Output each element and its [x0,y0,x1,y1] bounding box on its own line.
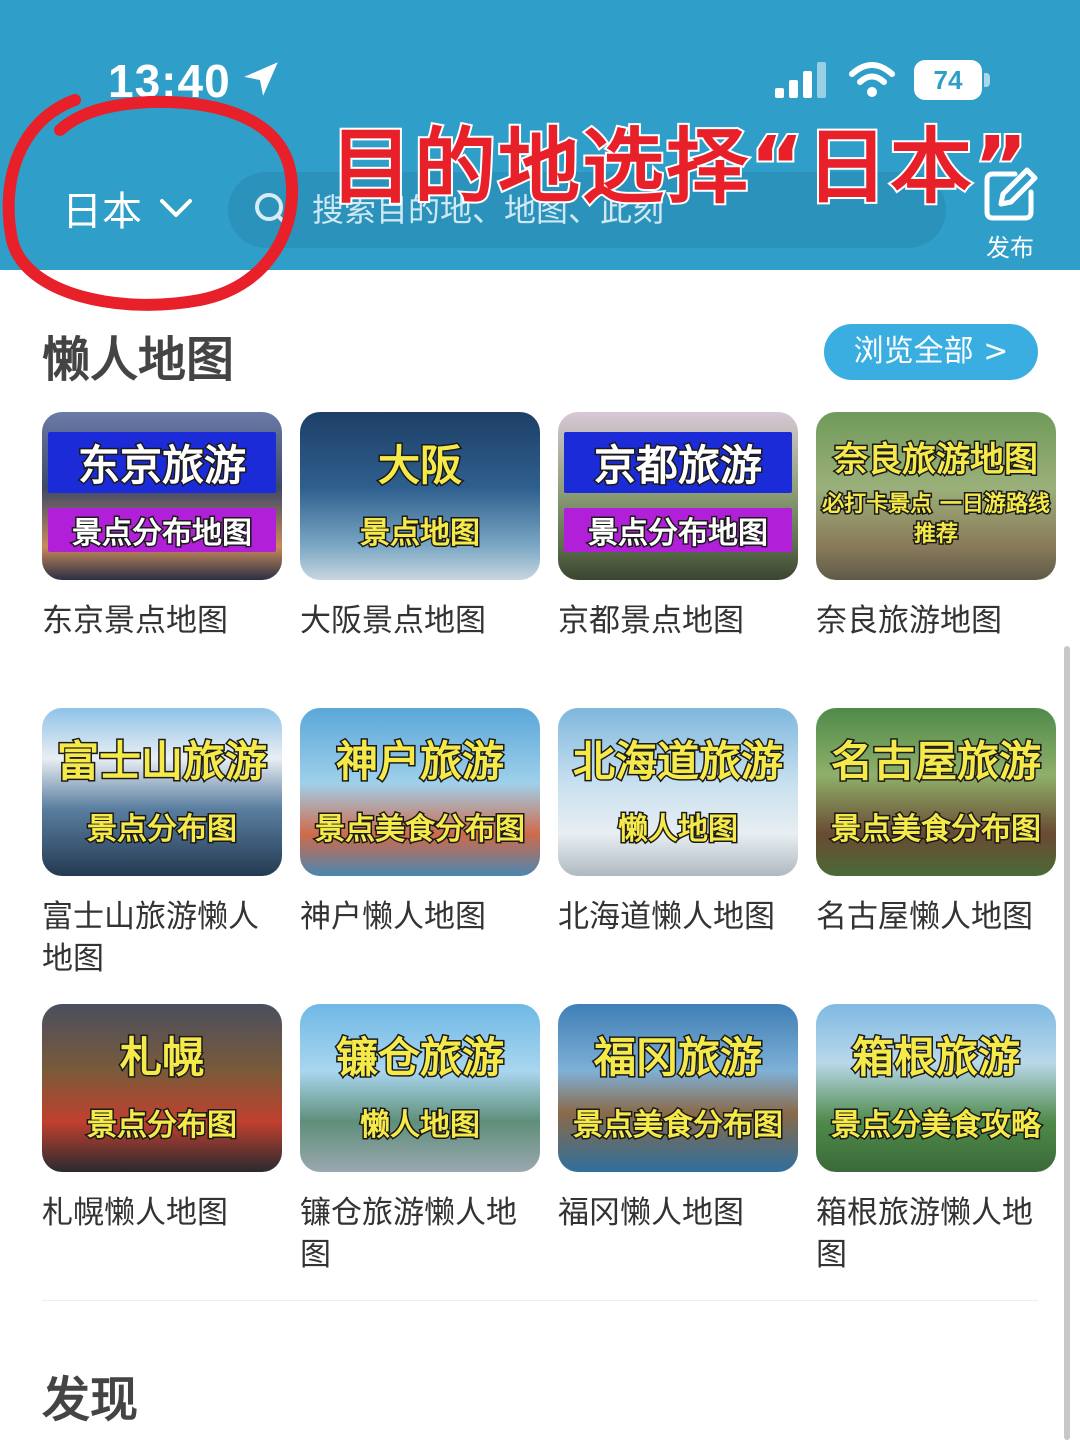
map-thumbnail: 大阪 景点地图 [300,412,540,580]
map-thumbnail: 奈良旅游地图必打卡景点 一日游路线推荐 [816,412,1056,580]
map-card[interactable]: 奈良旅游地图 必打卡景点 一日游路线推荐 奈良旅游地图 [816,412,1056,708]
location-arrow-icon [244,62,278,96]
map-card-label: 大阪景点地图 [300,603,486,639]
annotation-title: 目的地选择“日本” [328,118,1030,217]
thumbnail-subtitle: 懒人地图 [359,1107,482,1145]
thumbnail-title: 箱根旅游 [850,1032,1021,1084]
app-screen: 13:40 74 日本 搜索目的地、地图、此刻 发布 目的地选择“日本” 懒人地… [0,0,1080,1440]
map-grid: 东京旅游 景点分布地图 东京景点地图 大阪 景点地图 大阪景点地图 京都旅游 景点分布地图 京都… [42,412,1056,1300]
map-thumbnail: 名古屋旅游景点美食分布图 [816,708,1056,876]
thumbnail-subtitle: 景点分布图 [86,811,239,849]
thumbnail-title: 福冈旅游 [592,1032,763,1084]
map-card-label: 北海道懒人地图 [558,899,775,935]
section-title: 懒人地图 [42,332,235,388]
map-card-label: 京都景点地图 [558,603,744,639]
thumbnail-title: 北海道旅游 [571,736,784,788]
region-label: 日本 [62,189,142,235]
thumbnail-title: 神户旅游 [334,736,505,788]
map-card-label: 富士山旅游懒人地图 [42,899,259,977]
thumbnail-subtitle: 景点分布地图 [564,508,792,553]
browse-all-button[interactable]: 浏览全部 > [824,324,1038,380]
map-thumbnail: 镰仓旅游 懒人地图 [300,1004,540,1172]
map-thumbnail: 札幌 景点分布图 [42,1004,282,1172]
thumbnail-subtitle: 必打卡景点 一日游路线推荐 [821,491,1052,549]
section-divider [42,1300,1038,1301]
thumbnail-subtitle: 景点分布地图 [48,508,276,553]
map-card[interactable]: 富士山旅游景点分布图富士山旅游懒人地图 [42,708,282,1004]
map-card[interactable]: 京都旅游景点分布地图京都景点地图 [558,412,798,708]
map-card[interactable]: 箱根旅游景点分美食攻略箱根旅游懒人地图 [816,1004,1056,1300]
status-time: 13:40 [108,55,231,107]
map-card-label: 箱根旅游懒人地图 [816,1195,1033,1273]
map-thumbnail: 富士山旅游景点分布图 [42,708,282,876]
discover-title: 发现 [42,1372,139,1428]
map-card[interactable]: 东京旅游景点分布地图东京景点地图 [42,412,282,708]
thumbnail-title: 名古屋旅游 [829,736,1042,788]
thumbnail-title: 京都旅游 [564,432,792,493]
thumbnail-title: 札幌 [118,1032,205,1084]
thumbnail-subtitle: 懒人地图 [617,811,740,849]
region-selector[interactable]: 日本 [62,180,196,236]
map-card[interactable]: 镰仓旅游 懒人地图 镰仓旅游懒人地图 [300,1004,540,1300]
map-thumbnail: 东京旅游景点分布地图 [42,412,282,580]
thumbnail-subtitle: 景点分美食攻略 [830,1107,1043,1145]
map-thumbnail: 神户旅游景点美食分布图 [300,708,540,876]
map-thumbnail: 福冈旅游景点美食分布图 [558,1004,798,1172]
map-card[interactable]: 名古屋旅游景点美食分布图名古屋懒人地图 [816,708,1056,1004]
map-card-label: 札幌懒人地图 [42,1195,228,1231]
chevron-down-icon [160,199,192,217]
map-card[interactable]: 札幌景点分布图札幌懒人地图 [42,1004,282,1300]
wifi-icon [849,62,895,97]
publish-label: 发布 [986,234,1034,262]
map-card-label: 镰仓旅游懒人地图 [300,1195,517,1273]
map-thumbnail: 京都旅游景点分布地图 [558,412,798,580]
thumbnail-title: 镰仓旅游 [334,1032,505,1084]
search-icon [255,193,290,228]
thumbnail-title: 奈良旅游地图 [833,439,1040,482]
thumbnail-subtitle: 景点美食分布图 [314,811,527,849]
top-header: 13:40 74 日本 搜索目的地、地图、此刻 发布 目的地选择“日本” [0,0,1080,270]
thumbnail-subtitle: 景点美食分布图 [572,1107,785,1145]
scrollbar[interactable] [1064,646,1070,1440]
map-card[interactable]: 福冈旅游景点美食分布图福冈懒人地图 [558,1004,798,1300]
map-card[interactable]: 北海道旅游懒人地图北海道懒人地图 [558,708,798,1004]
map-card[interactable]: 神户旅游景点美食分布图神户懒人地图 [300,708,540,1004]
map-card-label: 神户懒人地图 [300,899,486,935]
battery-percent: 74 [933,65,963,95]
thumbnail-title: 富士山旅游 [55,736,268,788]
map-card-label: 名古屋懒人地图 [816,899,1033,935]
map-card-label: 奈良旅游地图 [816,603,1002,639]
map-card[interactable]: 大阪 景点地图 大阪景点地图 [300,412,540,708]
thumbnail-subtitle: 景点地图 [359,515,482,553]
thumbnail-subtitle: 景点美食分布图 [830,811,1043,849]
cellular-signal-icon [775,62,826,98]
map-card-label: 福冈懒人地图 [558,1195,744,1231]
thumbnail-subtitle: 景点分布图 [86,1107,239,1145]
thumbnail-title: 大阪 [376,440,463,492]
map-thumbnail: 箱根旅游景点分美食攻略 [816,1004,1056,1172]
thumbnail-title: 东京旅游 [48,432,276,493]
map-card-label: 东京景点地图 [42,603,228,639]
battery-icon: 74 [914,60,990,100]
map-thumbnail: 北海道旅游 懒人地图 [558,708,798,876]
